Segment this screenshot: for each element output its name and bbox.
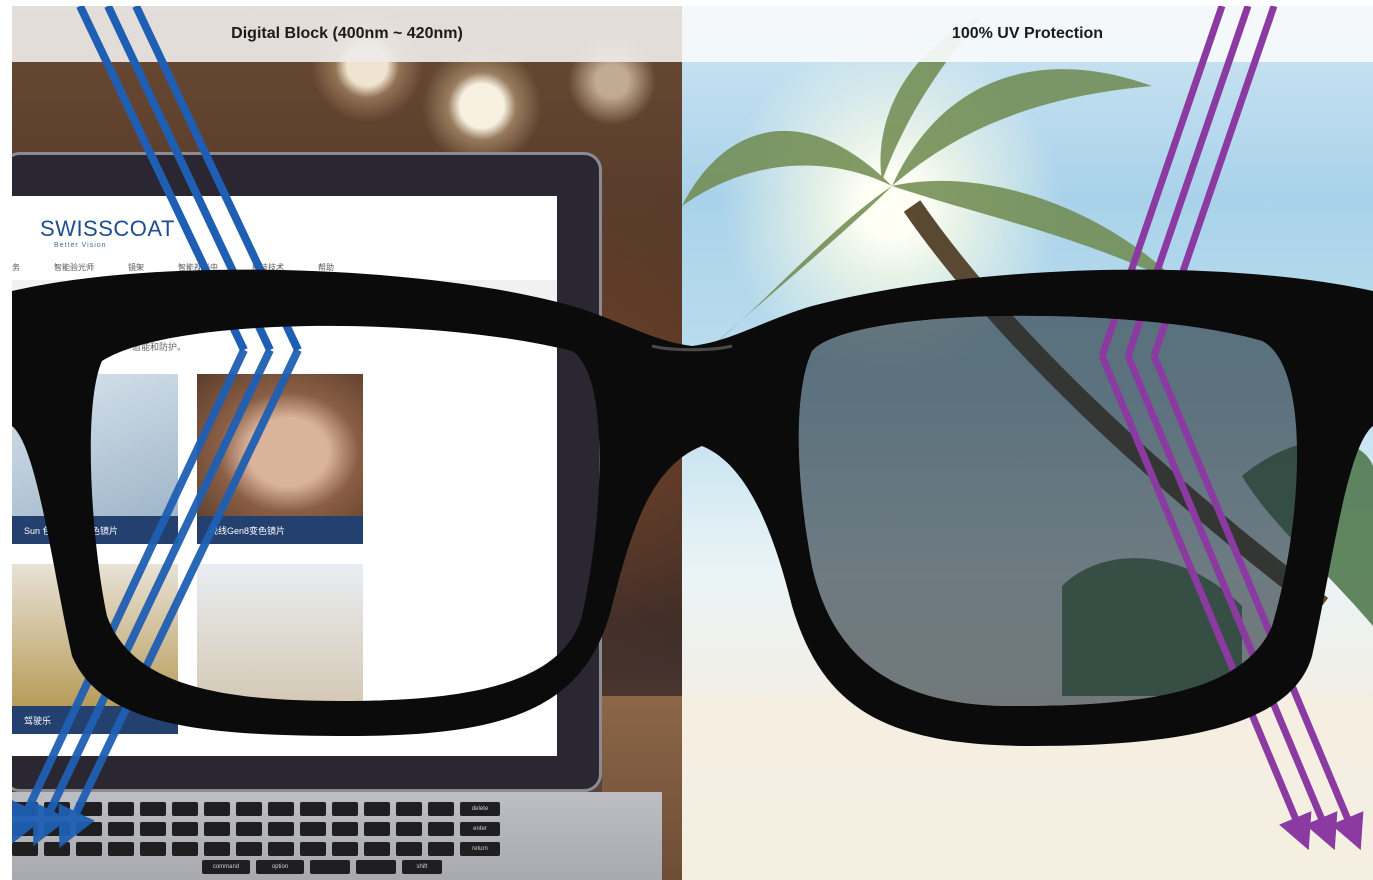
rays-and-glasses	[12, 6, 1373, 851]
comparison-graphic: SWISSCOAT Better Vision 务 智能验光师 镜架 智能视光中…	[12, 6, 1373, 880]
